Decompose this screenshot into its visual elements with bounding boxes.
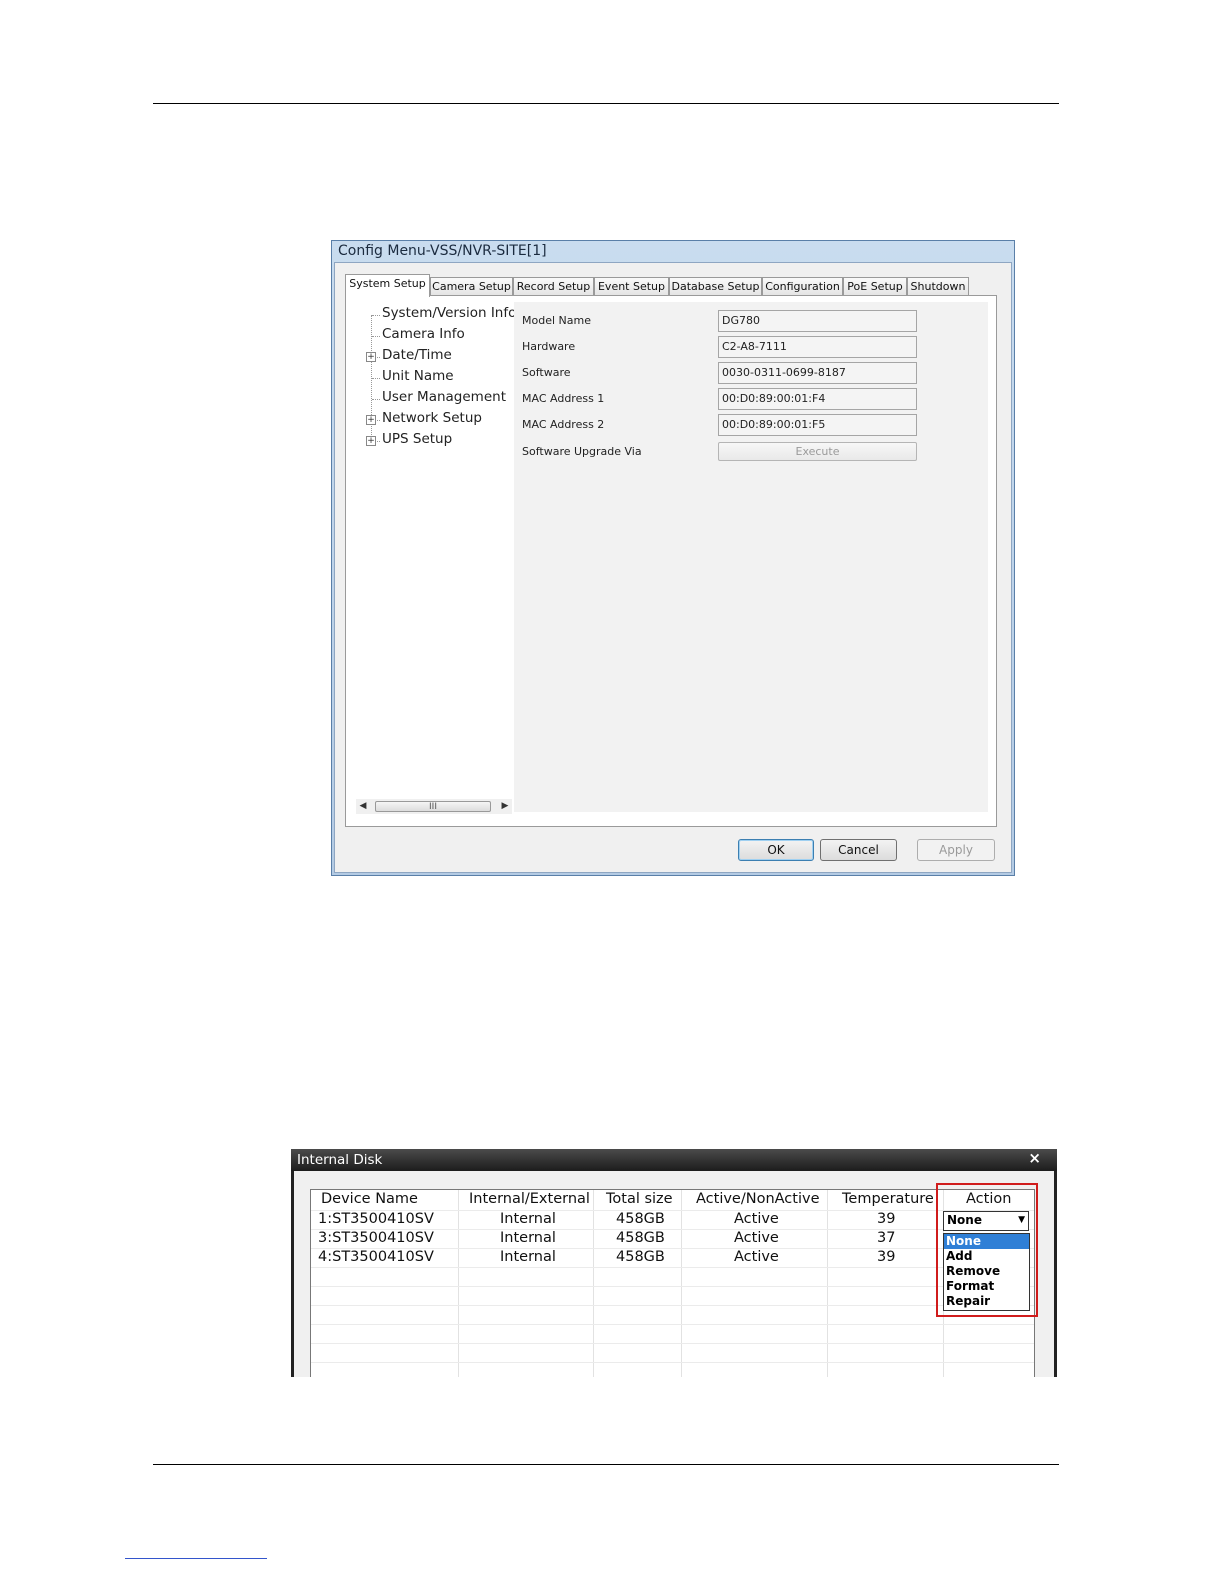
header-device-name[interactable]: Device Name bbox=[321, 1191, 418, 1207]
internal-disk-title: Internal Disk bbox=[297, 1152, 383, 1168]
tree-item-camera-info[interactable]: Camera Info bbox=[382, 326, 465, 342]
row-divider bbox=[311, 1343, 1034, 1344]
model-name-field[interactable]: DG780 bbox=[718, 310, 917, 332]
header-rule bbox=[153, 103, 1059, 104]
table-row-3-type: Internal bbox=[500, 1249, 556, 1265]
tab-event-setup[interactable]: Event Setup bbox=[594, 277, 669, 296]
tree-item-unit-name[interactable]: Unit Name bbox=[382, 368, 454, 384]
window-border-right bbox=[1054, 1171, 1057, 1377]
row-divider bbox=[311, 1362, 1034, 1363]
settings-tree: System/Version Info Camera Info + Date/T… bbox=[347, 297, 516, 814]
table-row-3-size: 458GB bbox=[616, 1249, 665, 1265]
table-row-2-size: 458GB bbox=[616, 1230, 665, 1246]
software-field[interactable]: 0030-0311-0699-8187 bbox=[718, 362, 917, 384]
tree-connector bbox=[372, 336, 380, 337]
row-divider bbox=[311, 1286, 1034, 1287]
software-label: Software bbox=[522, 366, 571, 379]
row-divider bbox=[311, 1267, 1034, 1268]
window-title: Config Menu-VSS/NVR-SITE[1] bbox=[338, 243, 547, 259]
expand-plus-icon[interactable]: + bbox=[366, 415, 376, 425]
header-temperature[interactable]: Temperature bbox=[842, 1191, 934, 1207]
hardware-label: Hardware bbox=[522, 340, 576, 353]
header-internal-external[interactable]: Internal/External bbox=[469, 1191, 590, 1207]
tree-item-ups-setup[interactable]: UPS Setup bbox=[382, 431, 452, 447]
scroll-left-arrow-icon[interactable]: ◀ bbox=[356, 799, 370, 814]
tab-record-setup[interactable]: Record Setup bbox=[513, 277, 594, 296]
close-icon[interactable]: × bbox=[1028, 1149, 1041, 1167]
table-row-1-status: Active bbox=[734, 1211, 779, 1227]
config-menu-window: Config Menu-VSS/NVR-SITE[1] System Setup… bbox=[331, 240, 1015, 876]
table-row-3-temp: 39 bbox=[877, 1249, 896, 1265]
ok-button[interactable]: OK bbox=[738, 839, 814, 861]
table-row-2-type: Internal bbox=[500, 1230, 556, 1246]
tab-configuration[interactable]: Configuration bbox=[762, 277, 843, 296]
window-border-left bbox=[291, 1171, 294, 1377]
mac-address-1-label: MAC Address 1 bbox=[522, 392, 605, 405]
apply-button[interactable]: Apply bbox=[917, 839, 995, 861]
cancel-button[interactable]: Cancel bbox=[820, 839, 897, 861]
table-row-1-type: Internal bbox=[500, 1211, 556, 1227]
hardware-field[interactable]: C2-A8-7111 bbox=[718, 336, 917, 358]
mac-address-2-label: MAC Address 2 bbox=[522, 418, 605, 431]
table-row-2-status: Active bbox=[734, 1230, 779, 1246]
expand-plus-icon[interactable]: + bbox=[366, 352, 376, 362]
tree-horizontal-scrollbar[interactable]: ◀ III ▶ bbox=[356, 799, 512, 814]
table-row-1-device[interactable]: 1:ST3500410SV bbox=[318, 1211, 434, 1227]
table-row-1-size: 458GB bbox=[616, 1211, 665, 1227]
tree-item-system-version-info[interactable]: System/Version Info bbox=[382, 305, 516, 321]
software-upgrade-label: Software Upgrade Via bbox=[522, 445, 642, 458]
header-active-nonactive[interactable]: Active/NonActive bbox=[696, 1191, 820, 1207]
tree-item-network-setup[interactable]: Network Setup bbox=[382, 410, 482, 426]
expand-plus-icon[interactable]: + bbox=[366, 436, 376, 446]
tree-item-date-time[interactable]: Date/Time bbox=[382, 347, 452, 363]
table-row-2-device[interactable]: 3:ST3500410SV bbox=[318, 1230, 434, 1246]
tab-system-setup[interactable]: System Setup bbox=[345, 274, 430, 297]
footer-rule bbox=[153, 1464, 1059, 1465]
mac-address-2-field[interactable]: 00:D0:89:00:01:F5 bbox=[718, 414, 917, 436]
scroll-right-arrow-icon[interactable]: ▶ bbox=[498, 799, 512, 814]
system-setup-panel: System/Version Info Camera Info + Date/T… bbox=[345, 295, 997, 827]
footer-link-underline bbox=[125, 1558, 267, 1559]
tab-camera-setup[interactable]: Camera Setup bbox=[430, 277, 513, 296]
tree-connector bbox=[372, 399, 380, 400]
tree-connector bbox=[372, 378, 380, 379]
row-divider bbox=[311, 1305, 1034, 1306]
table-row-3-status: Active bbox=[734, 1249, 779, 1265]
table-row-2-temp: 37 bbox=[877, 1230, 896, 1246]
model-name-label: Model Name bbox=[522, 314, 591, 327]
table-row-1-temp: 39 bbox=[877, 1211, 896, 1227]
execute-button[interactable]: Execute bbox=[718, 442, 917, 461]
scrollbar-thumb[interactable]: III bbox=[375, 801, 491, 812]
row-divider bbox=[311, 1324, 1034, 1325]
tab-shutdown[interactable]: Shutdown bbox=[907, 277, 969, 296]
action-highlight-box bbox=[936, 1183, 1038, 1317]
disk-table: Device Name Internal/External Total size… bbox=[310, 1189, 1035, 1377]
internal-disk-titlebar: Internal Disk × bbox=[291, 1149, 1057, 1171]
tab-database-setup[interactable]: Database Setup bbox=[669, 277, 762, 296]
table-row-3-device[interactable]: 4:ST3500410SV bbox=[318, 1249, 434, 1265]
header-total-size[interactable]: Total size bbox=[606, 1191, 673, 1207]
properties-area: Model Name DG780 Hardware C2-A8-7111 Sof… bbox=[514, 302, 988, 812]
mac-address-1-field[interactable]: 00:D0:89:00:01:F4 bbox=[718, 388, 917, 410]
tree-item-user-management[interactable]: User Management bbox=[382, 389, 506, 405]
tree-connector bbox=[372, 315, 380, 316]
tab-poe-setup[interactable]: PoE Setup bbox=[843, 277, 907, 296]
